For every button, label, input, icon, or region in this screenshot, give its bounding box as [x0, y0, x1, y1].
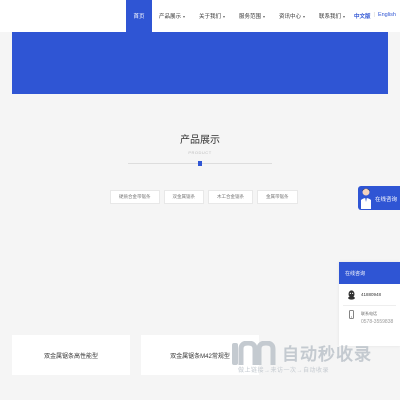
lang-separator: |	[373, 12, 375, 18]
nav-item[interactable]: 联系我们 ▾	[312, 0, 352, 32]
nav-item[interactable]: 关于我们 ▾	[192, 0, 232, 32]
nav-item[interactable]: 产品展示 ▾	[152, 0, 192, 32]
section-subtitle: PRODUCT	[188, 150, 212, 155]
nav-item[interactable]: 服务范围 ▾	[232, 0, 272, 32]
contact-panel-title: 在线咨询	[345, 271, 366, 277]
product-card[interactable]: 双金属锯条高性能型	[12, 335, 130, 375]
nav-item-label: 服务范围	[238, 14, 261, 20]
phone-label: 联系电话	[361, 311, 377, 316]
category-tab[interactable]: 硬质合金带锯条	[110, 190, 160, 204]
qq-icon[interactable]	[347, 290, 356, 300]
chevron-down-icon: ▾	[303, 13, 306, 19]
chevron-down-icon: ▾	[183, 13, 186, 19]
category-tabs: 硬质合金带锯条 双金属锯条 木工合金锯条 金属带锯条	[110, 190, 298, 204]
section-title: 产品展示	[180, 135, 220, 146]
phone-icon	[349, 310, 354, 319]
nav-item-label: 联系我们	[318, 14, 341, 20]
contact-panel: 在线咨询 41880948 联系电话 0578-3559838	[339, 262, 400, 346]
chevron-down-icon: ▾	[223, 13, 226, 19]
contact-panel-divider	[343, 305, 396, 306]
nav-item[interactable]: 首页	[126, 0, 152, 32]
nav-item-label: 产品展示	[158, 14, 181, 20]
online-consult-label: 在线咨询	[375, 197, 398, 203]
online-consult-tab[interactable]: 在线咨询	[358, 186, 400, 210]
nav-item-label: 首页	[133, 14, 145, 20]
nav-item-label: 资讯中心	[278, 14, 301, 20]
hero-banner	[12, 32, 388, 94]
lang-english-link[interactable]: English	[378, 12, 396, 20]
qq-number[interactable]: 41880948	[361, 292, 381, 297]
product-card-label: 双金属锯条高性能型	[43, 354, 98, 360]
nav-item-label: 关于我们	[198, 14, 221, 20]
watermark-subtitle: 做上链接→来访一次→自动收录	[238, 368, 330, 374]
phone-number[interactable]: 0578-3559838	[361, 319, 393, 325]
top-navigation-bar: 首页 产品展示 ▾ 关于我们 ▾ 服务范围 ▾ 资讯中心 ▾ 联系我们 ▾ 中文版 | Englis…	[0, 0, 400, 32]
language-switcher: 中文版 | English	[354, 12, 396, 20]
customer-service-avatar-icon	[361, 188, 371, 209]
watermark-logo-icon	[232, 341, 276, 365]
contact-panel-header: 在线咨询	[339, 262, 400, 284]
category-tab[interactable]: 木工合金锯条	[208, 190, 253, 204]
chevron-down-icon: ▾	[263, 13, 266, 19]
lang-chinese-link[interactable]: 中文版	[354, 12, 371, 20]
category-tab[interactable]: 双金属锯条	[163, 190, 204, 204]
category-tab[interactable]: 金属带锯条	[257, 190, 298, 204]
watermark-title: 自动秒收录	[282, 345, 372, 364]
chevron-down-icon: ▾	[343, 13, 346, 19]
section-divider-accent	[198, 161, 202, 166]
main-nav: 首页 产品展示 ▾ 关于我们 ▾ 服务范围 ▾ 资讯中心 ▾ 联系我们 ▾	[126, 0, 352, 32]
nav-item[interactable]: 资讯中心 ▾	[272, 0, 312, 32]
